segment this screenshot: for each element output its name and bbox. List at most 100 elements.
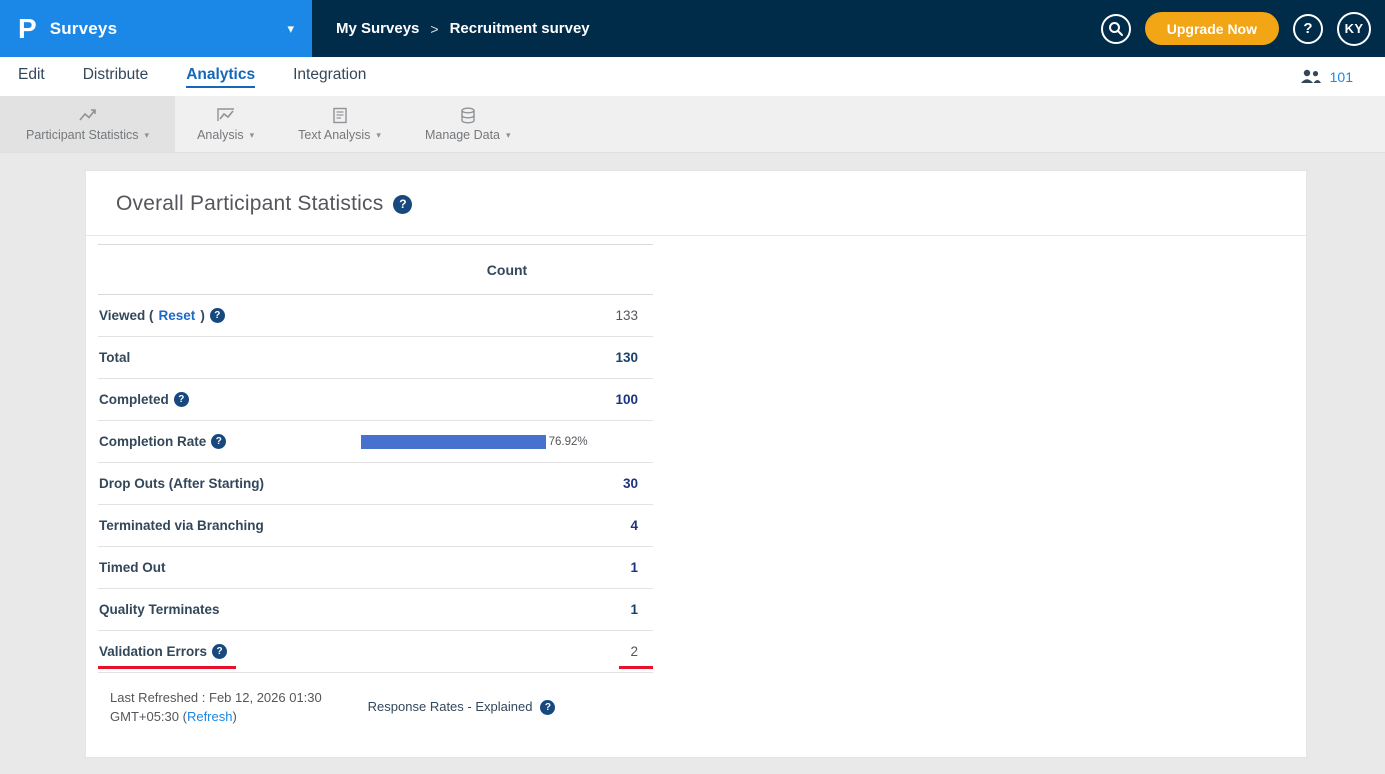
row-label-suffix: )	[200, 308, 205, 323]
row-label-text: Viewed (	[99, 308, 154, 323]
help-icon[interactable]: ?	[212, 644, 227, 659]
tab-distribute[interactable]: Distribute	[83, 66, 148, 88]
row-value-cell: 100	[361, 392, 653, 407]
upgrade-now-button[interactable]: Upgrade Now	[1145, 12, 1279, 45]
subnav-participant-statistics[interactable]: Participant Statistics ▾	[0, 96, 175, 152]
help-icon[interactable]: ?	[393, 195, 412, 214]
row-value: 1	[630, 560, 638, 575]
row-value-cell: 1	[361, 560, 653, 575]
last-refreshed-text: Last Refreshed : Feb 12, 2026 01:30 GMT+…	[110, 689, 368, 727]
main-nav: Edit Distribute Analytics Integration 10…	[0, 57, 1385, 96]
row-value-cell: 76.92%	[361, 435, 653, 449]
subnav-manage-data[interactable]: Manage Data ▾	[403, 96, 533, 152]
row-label: Completion Rate ?	[98, 434, 361, 449]
page-title: Overall Participant Statistics	[116, 192, 383, 216]
table-row: Timed Out 1	[98, 547, 653, 589]
row-label-text: Completion Rate	[99, 434, 206, 449]
completion-bar: 76.92%	[361, 435, 588, 449]
row-value: 30	[623, 476, 638, 491]
reset-link[interactable]: Reset	[159, 308, 196, 323]
subnav-label: Text Analysis	[298, 128, 370, 142]
row-value-cell: 1	[361, 602, 653, 617]
table-footer: Last Refreshed : Feb 12, 2026 01:30 GMT+…	[110, 689, 653, 727]
row-label-text: Quality Terminates	[99, 602, 220, 617]
completion-percent-label: 76.92%	[549, 436, 588, 448]
stats-table-body: Viewed ( Reset ) ? 133 Total 130 Complet…	[98, 295, 653, 673]
table-row: Completion Rate ? 76.92%	[98, 421, 653, 463]
breadcrumb-separator: >	[430, 21, 438, 37]
refresh-link[interactable]: Refresh	[187, 709, 233, 724]
search-icon	[1108, 21, 1124, 37]
subnav-label: Analysis	[197, 128, 244, 142]
chevron-down-icon: ▾	[145, 130, 150, 141]
row-label-text: Completed	[99, 392, 169, 407]
table-row: Drop Outs (After Starting) 30	[98, 463, 653, 505]
chevron-down-icon: ▾	[506, 130, 511, 141]
help-icon[interactable]: ?	[210, 308, 225, 323]
text-document-icon	[332, 106, 348, 124]
table-header: Count	[98, 245, 653, 295]
statistics-card: Overall Participant Statistics ? Count V…	[85, 170, 1307, 758]
help-icon[interactable]: ?	[174, 392, 189, 407]
row-label-text: Terminated via Branching	[99, 518, 264, 533]
chevron-down-icon: ▾	[287, 21, 294, 37]
row-value: 133	[615, 308, 638, 323]
subnav-label: Participant Statistics	[26, 128, 139, 142]
page-background: Overall Participant Statistics ? Count V…	[0, 153, 1385, 772]
analytics-subnav: Participant Statistics ▾ Analysis ▾ Text…	[0, 96, 1385, 153]
table-row: Terminated via Branching 4	[98, 505, 653, 547]
avatar[interactable]: KY	[1337, 12, 1371, 46]
row-value: 130	[615, 350, 638, 365]
row-value: 1	[630, 602, 638, 617]
product-name: Surveys	[50, 19, 118, 39]
row-label-text: Validation Errors	[99, 644, 207, 659]
product-switcher[interactable]: P Surveys ▾	[0, 0, 312, 57]
row-value-cell: 130	[361, 350, 653, 365]
chevron-down-icon: ▾	[376, 130, 381, 141]
row-value-cell: 4	[361, 518, 653, 533]
row-value: 2	[630, 644, 638, 659]
nav-tabs: Edit Distribute Analytics Integration	[18, 66, 366, 88]
annotation-underline	[619, 666, 653, 669]
table-row: Quality Terminates 1	[98, 589, 653, 631]
row-label-text: Total	[99, 350, 130, 365]
breadcrumb: My Surveys > Recruitment survey	[336, 0, 590, 57]
count-column-header: Count	[361, 262, 653, 278]
help-icon[interactable]: ?	[540, 700, 555, 715]
chevron-down-icon: ▾	[250, 130, 255, 141]
row-label: Quality Terminates	[98, 602, 361, 617]
row-label: Completed ?	[98, 392, 361, 407]
table-row: Validation Errors ? 2	[98, 631, 653, 673]
tab-analytics[interactable]: Analytics	[186, 66, 255, 88]
row-label-text: Timed Out	[99, 560, 166, 575]
row-value-cell: 30	[361, 476, 653, 491]
tab-edit[interactable]: Edit	[18, 66, 45, 88]
row-label: Timed Out	[98, 560, 361, 575]
questionpro-logo-icon: P	[18, 15, 37, 43]
participants-count: 101	[1330, 69, 1353, 85]
search-button[interactable]	[1101, 14, 1131, 44]
row-label: Total	[98, 350, 361, 365]
help-button[interactable]: ?	[1293, 14, 1323, 44]
tab-integration[interactable]: Integration	[293, 66, 366, 88]
top-header: P Surveys ▾ My Surveys > Recruitment sur…	[0, 0, 1385, 57]
row-label: Viewed ( Reset ) ?	[98, 308, 361, 323]
breadcrumb-my-surveys[interactable]: My Surveys	[336, 20, 419, 37]
subnav-text-analysis[interactable]: Text Analysis ▾	[276, 96, 403, 152]
row-label-text: Drop Outs (After Starting)	[99, 476, 264, 491]
people-icon	[1300, 69, 1322, 84]
database-icon	[459, 106, 477, 124]
annotation-underline	[98, 666, 236, 669]
participants-counter[interactable]: 101	[1300, 69, 1367, 85]
card-title-row: Overall Participant Statistics ?	[86, 171, 1306, 236]
subnav-analysis[interactable]: Analysis ▾	[175, 96, 276, 152]
response-rates-explained: Response Rates - Explained ?	[368, 689, 653, 727]
subnav-label: Manage Data	[425, 128, 500, 142]
row-value: 100	[615, 392, 638, 407]
row-value-cell: 2	[361, 644, 653, 659]
row-label: Validation Errors ?	[98, 644, 361, 659]
statistics-table: Count Viewed ( Reset ) ? 133 Total 130	[98, 244, 653, 727]
help-icon[interactable]: ?	[211, 434, 226, 449]
breadcrumb-current: Recruitment survey	[450, 20, 590, 37]
table-row: Completed ? 100	[98, 379, 653, 421]
